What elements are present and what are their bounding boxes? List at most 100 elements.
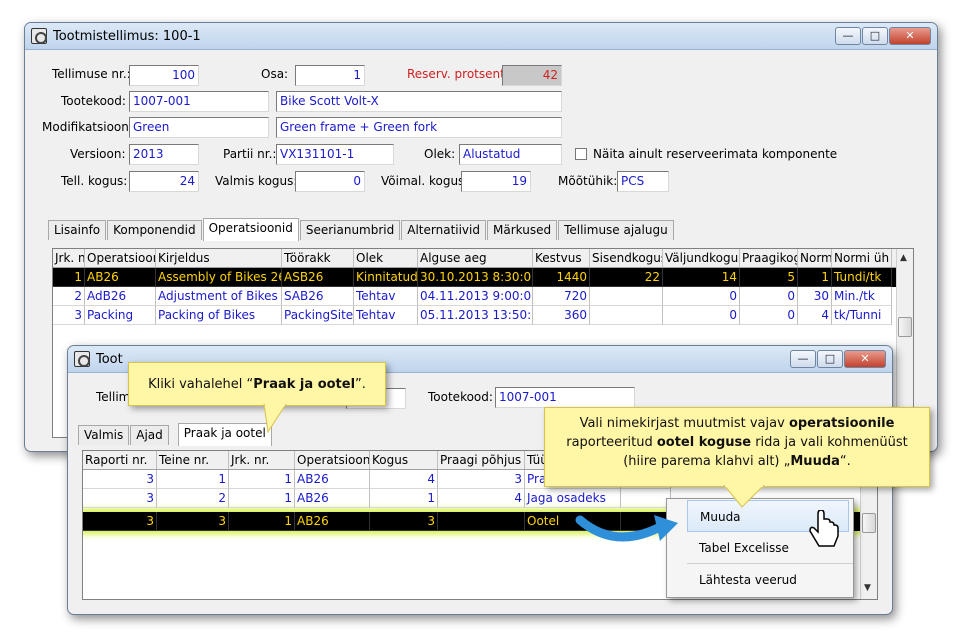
scroll-up-icon[interactable]: ▲ bbox=[900, 253, 907, 263]
col-header[interactable]: Sisendkogus bbox=[590, 249, 663, 267]
table-cell: 2 bbox=[157, 489, 229, 508]
part-field[interactable]: 1 bbox=[295, 65, 365, 86]
tab-seerianumbrid[interactable]: Seerianumbrid bbox=[299, 220, 401, 240]
modification-field[interactable]: Green bbox=[129, 117, 269, 138]
product-name-field[interactable]: Bike Scott Volt-X bbox=[276, 91, 562, 112]
batch-field[interactable]: VX131101-1 bbox=[276, 144, 394, 165]
col-header[interactable]: Raporti nr. bbox=[83, 451, 157, 469]
table-cell bbox=[438, 512, 525, 531]
part-label: Osa: bbox=[261, 67, 289, 81]
tab-markused[interactable]: Märkused bbox=[487, 220, 558, 240]
scroll-thumb[interactable] bbox=[862, 513, 876, 533]
show-unreserved-label: Näita ainult reserveerimata komponente bbox=[593, 147, 838, 161]
close-button[interactable]: ✕ bbox=[844, 350, 886, 368]
show-unreserved-checkbox[interactable] bbox=[575, 148, 587, 160]
tab-komponendid[interactable]: Komponendid bbox=[107, 220, 202, 240]
product-code-label: Tootekood: bbox=[61, 94, 126, 108]
table-cell: AB26 bbox=[85, 268, 156, 287]
maximize-button[interactable]: □ bbox=[817, 350, 843, 368]
app-icon bbox=[31, 28, 47, 44]
table-cell: 720 bbox=[533, 287, 590, 306]
table-cell: 1 bbox=[229, 512, 295, 531]
table-cell: 2 bbox=[53, 287, 85, 306]
col-header[interactable]: Praagi põhjus bbox=[438, 451, 525, 469]
col-header[interactable]: Operatsiooni I bbox=[295, 451, 370, 469]
table-cell: AB26 bbox=[295, 470, 370, 489]
product-code-field[interactable]: 1007-001 bbox=[129, 91, 269, 112]
col-header[interactable]: Alguse aeg bbox=[418, 249, 533, 267]
batch-label: Partii nr.: bbox=[223, 147, 277, 161]
callout-pointer bbox=[723, 485, 765, 508]
table-cell: 1440 bbox=[533, 268, 590, 287]
tab-valmis[interactable]: Valmis bbox=[78, 425, 130, 445]
maximize-button[interactable]: □ bbox=[862, 27, 888, 45]
callout-instructions: Vali nimekirjast muutmist vajav operatsi… bbox=[544, 407, 930, 487]
callout-pointer bbox=[263, 404, 287, 434]
close-button[interactable]: ✕ bbox=[889, 27, 931, 45]
table-cell: Packing of Bikes bbox=[156, 306, 282, 325]
col-header[interactable]: Operatsiooni bbox=[85, 249, 156, 267]
context-menu-reset-columns[interactable]: Lähtesta veerud bbox=[687, 564, 853, 596]
tab-tellimuse-ajalugu[interactable]: Tellimuse ajalugu bbox=[558, 220, 674, 240]
ordered-qty-field[interactable]: 24 bbox=[129, 171, 199, 192]
table-cell: AdB26 bbox=[85, 287, 156, 306]
table-row[interactable]: 1 AB26 Assembly of Bikes 26 in ASB26 Kin… bbox=[53, 268, 913, 287]
table-cell: 0 bbox=[663, 306, 740, 325]
table-cell: 3 bbox=[157, 512, 229, 531]
callout-text: “. bbox=[839, 454, 851, 469]
table-cell: Tundi/tk bbox=[832, 268, 892, 287]
version-field[interactable]: 2013 bbox=[129, 144, 199, 165]
minimize-button[interactable]: — bbox=[790, 350, 816, 368]
tab-lisainfo[interactable]: Lisainfo bbox=[48, 220, 107, 240]
tab-ajad[interactable]: Ajad bbox=[130, 425, 169, 445]
main-titlebar[interactable]: Tootmistellimus: 100-1 — □ ✕ bbox=[25, 23, 937, 50]
modification-label: Modifikatsioon: bbox=[42, 120, 133, 134]
reserve-field: 42 bbox=[502, 65, 562, 86]
col-header[interactable]: Kirjeldus bbox=[156, 249, 282, 267]
scroll-thumb[interactable] bbox=[898, 317, 912, 337]
table-row[interactable]: 3 Packing Packing of Bikes PackingSite T… bbox=[53, 306, 913, 325]
table-cell: 4 bbox=[798, 306, 832, 325]
ordered-qty-label: Tell. kogus: bbox=[61, 174, 128, 188]
col-header[interactable]: Teine nr. bbox=[157, 451, 229, 469]
table-cell: PackingSite bbox=[282, 306, 354, 325]
col-header[interactable]: Kogus bbox=[370, 451, 438, 469]
col-header[interactable]: Töörakk bbox=[282, 249, 354, 267]
tab-alternatiivid[interactable]: Alternatiivid bbox=[401, 220, 486, 240]
modification-desc-field[interactable]: Green frame + Green fork bbox=[276, 117, 562, 138]
col-header[interactable]: Norm bbox=[798, 249, 832, 267]
table-cell: 3 bbox=[83, 489, 157, 508]
order-no-field[interactable]: 100 bbox=[129, 65, 199, 86]
minimize-button[interactable]: — bbox=[835, 27, 861, 45]
tab-praak-ja-ootel[interactable]: Praak ja ootel bbox=[177, 423, 272, 446]
table-cell: AB26 bbox=[295, 489, 370, 508]
table-cell: 0 bbox=[740, 306, 798, 325]
done-qty-field[interactable]: 0 bbox=[295, 171, 365, 192]
possible-qty-field[interactable]: 19 bbox=[461, 171, 531, 192]
table-cell: AB26 bbox=[295, 512, 370, 531]
pointer-arrow-icon bbox=[575, 515, 678, 542]
col-header[interactable]: Normi üh bbox=[832, 249, 892, 267]
col-header[interactable]: Jrk. nr. bbox=[229, 451, 295, 469]
unit-field[interactable]: PCS bbox=[617, 171, 669, 192]
col-header[interactable]: Jrk. n bbox=[53, 249, 85, 267]
callout-text: ”. bbox=[355, 377, 366, 392]
callout-bold: Praak ja ootel bbox=[253, 377, 356, 392]
version-label: Versioon: bbox=[70, 147, 126, 161]
table-row[interactable]: 2 AdB26 Adjustment of Bikes 26 SAB26 Teh… bbox=[53, 287, 913, 306]
table-cell: 30.10.2013 8:30:00 bbox=[418, 268, 533, 287]
table-cell: 4 bbox=[438, 489, 525, 508]
tab-operatsioonid[interactable]: Operatsioonid bbox=[202, 218, 299, 241]
table-cell: Tehtav bbox=[354, 287, 418, 306]
table-cell: Packing bbox=[85, 306, 156, 325]
col-header[interactable]: Olek bbox=[354, 249, 418, 267]
col-header[interactable]: Väljundkogus bbox=[663, 249, 740, 267]
status-field[interactable]: Alustatud bbox=[459, 144, 562, 165]
scroll-down-icon[interactable]: ▼ bbox=[864, 583, 871, 593]
callout-text: Vali nimekirjast muutmist vajav bbox=[579, 416, 789, 431]
done-qty-label: Valmis kogus: bbox=[215, 174, 298, 188]
report-product-field[interactable]: 1007-001 bbox=[495, 387, 635, 408]
col-header[interactable]: Kestvus bbox=[533, 249, 590, 267]
col-header[interactable]: Praagikog bbox=[740, 249, 798, 267]
table-cell: tk/Tunni bbox=[832, 306, 892, 325]
